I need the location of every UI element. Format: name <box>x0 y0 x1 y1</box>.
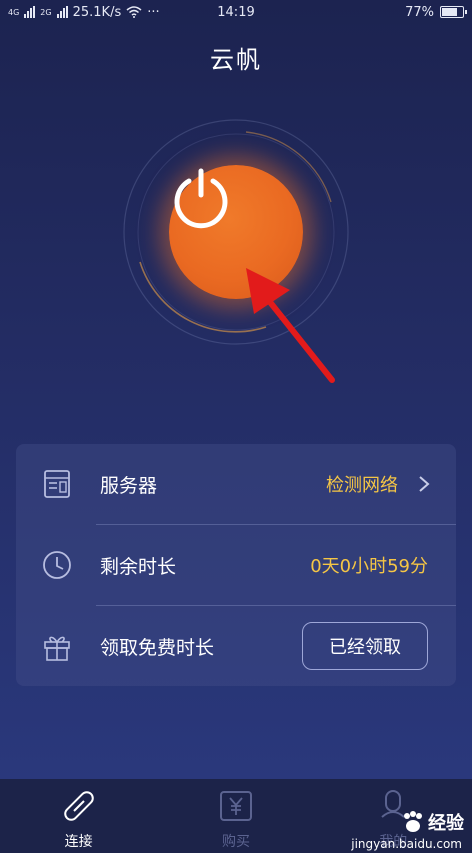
red-arrow-annotation <box>246 268 335 383</box>
status-bar: 4G 2G 25.1K/s ··· 14:19 77% <box>0 0 472 24</box>
page-title: 云帆 <box>210 46 262 74</box>
nav-item-purchase[interactable]: 购买 <box>157 779 314 853</box>
server-value: 检测网络 <box>326 475 398 496</box>
free-time-label: 领取免费时长 <box>100 636 215 659</box>
baidu-paw-icon <box>404 811 422 832</box>
server-row[interactable]: 服务器 检测网络 <box>16 444 456 524</box>
network-type-label: 4G <box>8 7 20 17</box>
chevron-right-icon <box>419 476 430 492</box>
remaining-time-label: 剩余时长 <box>100 555 177 578</box>
server-icon <box>44 470 70 498</box>
nav-label-connect: 连接 <box>64 834 93 850</box>
server-label: 服务器 <box>100 474 158 497</box>
remaining-time-row: 剩余时长 0天0小时59分 <box>16 525 456 605</box>
wifi-icon <box>126 6 142 18</box>
nav-label-purchase: 购买 <box>221 834 250 850</box>
nav-item-connect[interactable]: 连接 <box>0 779 157 853</box>
claimed-button[interactable]: 已经领取 <box>302 622 428 670</box>
free-time-row: 领取免费时长 已经领取 <box>16 606 456 686</box>
network-speed: 25.1K/s <box>72 4 122 20</box>
network-type-label-2: 2G <box>40 7 52 17</box>
battery-percent: 77% <box>405 4 434 20</box>
battery-icon <box>440 6 467 18</box>
status-right: 77% <box>405 4 467 20</box>
signal-icon-2 <box>56 6 68 18</box>
link-icon <box>63 791 94 821</box>
clock-icon <box>43 551 71 579</box>
signal-icon <box>24 6 36 18</box>
power-icon <box>174 168 228 229</box>
purchase-icon <box>219 791 252 821</box>
remaining-time-value: 0天0小时59分 <box>310 556 428 577</box>
gift-icon <box>44 636 70 661</box>
status-more-dots: ··· <box>147 4 160 20</box>
watermark: 经验 <box>400 809 464 835</box>
watermark-text: 经验 <box>428 813 464 834</box>
status-left: 4G 2G 25.1K/s ··· <box>8 5 405 20</box>
info-card: 服务器 检测网络 剩余时长 0天0小时59分 领取免费时长 已经领取 <box>16 444 456 686</box>
watermark-url: jingyan.baidu.com <box>351 837 462 851</box>
